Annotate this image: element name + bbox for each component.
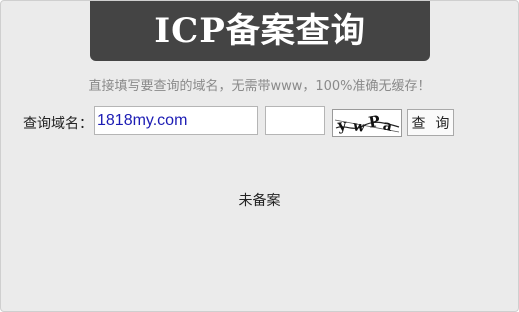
captcha-graphic: y w P a — [334, 112, 400, 136]
result-status: 未备案 — [238, 193, 281, 209]
search-button[interactable]: 查 询 — [407, 109, 454, 136]
domain-input[interactable] — [94, 106, 258, 135]
captcha-char-4: a — [381, 117, 393, 135]
query-panel: ICP备案查询 直接填写要查询的域名，无需带www，100%准确无缓存！ 查询域… — [0, 0, 519, 312]
captcha-char-1: y — [336, 116, 349, 135]
captcha-char-3: P — [367, 112, 381, 132]
captcha-char-2: w — [351, 118, 367, 136]
captcha-input[interactable] — [265, 106, 325, 135]
page-title: ICP备案查询 — [90, 1, 430, 61]
hint-text: 直接填写要查询的域名，无需带www，100%准确无缓存！ — [88, 79, 431, 94]
captcha-image[interactable]: y w P a — [332, 109, 402, 137]
domain-label: 查询域名： — [23, 116, 93, 132]
